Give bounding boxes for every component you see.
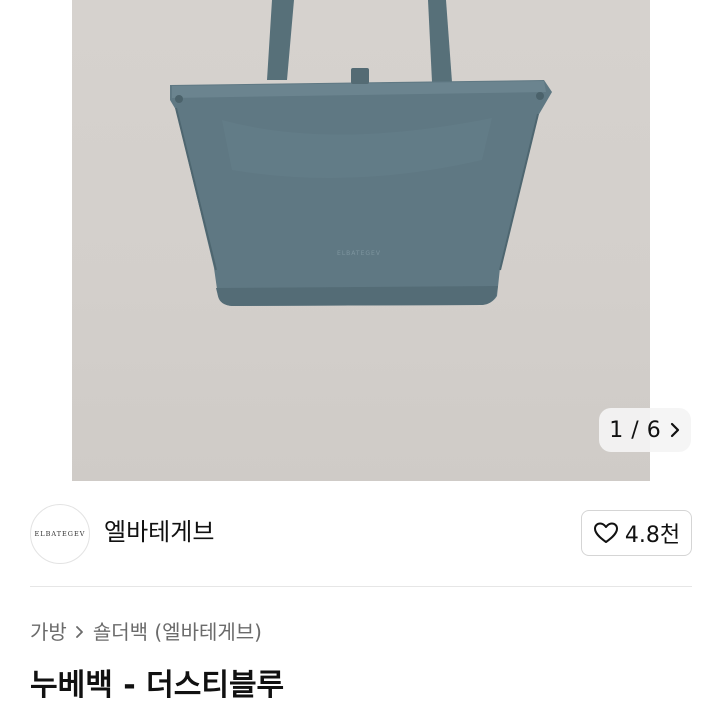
seller-avatar[interactable]: ELBATEGEV [30,504,90,564]
divider [30,586,692,587]
product-title: 누베백 - 더스티블루 [30,668,285,703]
breadcrumb-subcategory[interactable]: 숄더백 (엘바테게브) [93,617,262,647]
breadcrumb-category[interactable]: 가방 [30,617,67,647]
seller-name[interactable]: 엘바테게브 [104,516,214,548]
like-count: 4.8천 [624,523,681,548]
counter-separator: / [631,417,639,443]
breadcrumb: 가방 숄더백 (엘바테게브) [30,617,262,647]
counter-current: 1 [609,417,624,443]
product-photo[interactable]: ELBATEGEV [72,0,650,481]
tote-bag-image: ELBATEGEV [170,0,552,306]
chevron-right-icon[interactable] [669,421,681,439]
like-button[interactable]: 4.8천 [581,510,692,556]
chevron-right-icon [75,626,83,638]
heart-outline-icon [593,522,618,543]
counter-total: 6 [646,417,661,443]
seller-avatar-logo: ELBATEGEV [34,530,86,538]
image-counter[interactable]: 1 / 6 [599,408,691,452]
bag-logo-text: ELBATEGEV [337,250,381,257]
product-image-gallery[interactable]: ELBATEGEV 1 / 6 [0,0,722,481]
